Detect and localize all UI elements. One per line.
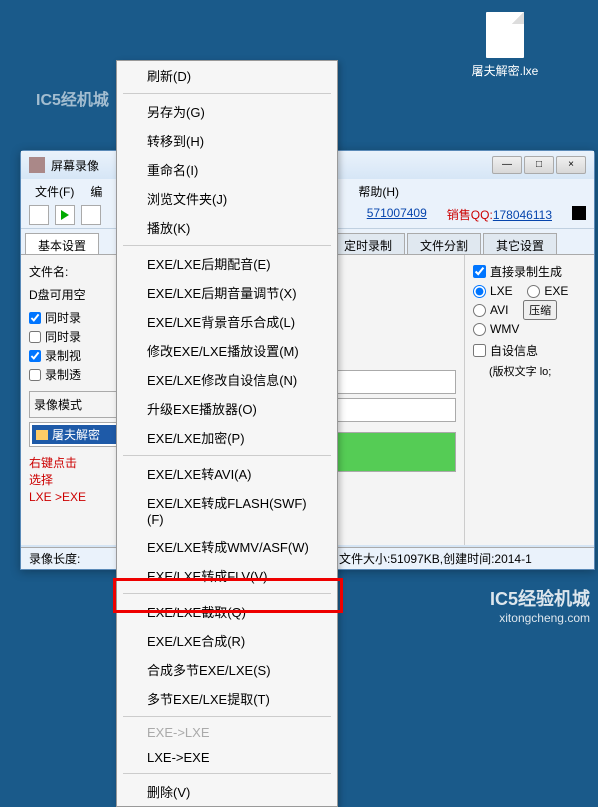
file-icon [486,12,524,58]
tool-icon[interactable] [81,205,101,225]
menu-volume[interactable]: EXE/LXE后期音量调节(X) [117,278,337,307]
menu-upgrade[interactable]: 升级EXE播放器(O) [117,394,337,423]
menu-toavi[interactable]: EXE/LXE转AVI(A) [117,459,337,488]
watermark-top: IC5经机城 [36,86,109,110]
custom-info-checkbox[interactable] [473,344,486,357]
radio-wmv[interactable] [473,323,486,336]
menu-rename[interactable]: 重命名(I) [117,155,337,184]
minimize-button[interactable]: — [492,156,522,174]
new-icon[interactable] [29,205,49,225]
cb-rec4[interactable] [29,369,41,381]
cb-rec2[interactable] [29,331,41,343]
tab-split[interactable]: 文件分割 [407,233,481,254]
menu-dub[interactable]: EXE/LXE后期配音(E) [117,249,337,278]
menu-help[interactable]: 帮助(H) [352,181,405,199]
menu-extract[interactable]: 多节EXE/LXE提取(T) [117,684,337,713]
menu-moveto[interactable]: 转移到(H) [117,126,337,155]
tab-basic[interactable]: 基本设置 [25,233,99,254]
menu-encrypt[interactable]: EXE/LXE加密(P) [117,423,337,452]
close-button[interactable]: × [556,156,586,174]
qq-link[interactable]: 571007409 [367,206,427,223]
menu-lxe2exe[interactable]: LXE->EXE [117,745,337,770]
file-name: 屠夫解密.lxe [470,62,540,79]
direct-rec-checkbox[interactable] [473,265,486,278]
cb-rec1[interactable] [29,312,41,324]
black-indicator-icon [572,206,586,220]
tab-other[interactable]: 其它设置 [483,233,557,254]
watermark: IC5经验机城 xitongcheng.com [490,589,590,625]
menu-merge[interactable]: EXE/LXE合成(R) [117,626,337,655]
menu-saveas[interactable]: 另存为(G) [117,97,337,126]
length-label: 录像长度: [29,550,80,567]
radio-exe[interactable] [527,285,540,298]
sales-qq-link[interactable]: 178046113 [493,208,552,222]
sales-label: 销售QQ: [447,208,493,222]
context-menu: 刷新(D) 另存为(G) 转移到(H) 重命名(I) 浏览文件夹(J) 播放(K… [116,60,338,807]
menu-browse[interactable]: 浏览文件夹(J) [117,184,337,213]
menu-delete[interactable]: 删除(V) [117,777,337,806]
menu-refresh[interactable]: 刷新(D) [117,61,337,90]
menu-file[interactable]: 文件(F) [29,181,80,199]
desktop-file-icon[interactable]: 屠夫解密.lxe [470,12,540,79]
radio-lxe[interactable] [473,285,486,298]
menu-play[interactable]: 播放(K) [117,213,337,242]
menu-exe2lxe[interactable]: EXE->LXE [117,720,337,745]
menu-mergemulti[interactable]: 合成多节EXE/LXE(S) [117,655,337,684]
copyright-text: (版权文字 lo; [473,363,586,379]
menu-towmv[interactable]: EXE/LXE转成WMV/ASF(W) [117,532,337,561]
menu-custominfo[interactable]: EXE/LXE修改自设信息(N) [117,365,337,394]
menu-playset[interactable]: 修改EXE/LXE播放设置(M) [117,336,337,365]
maximize-button[interactable]: □ [524,156,554,174]
menu-toflv[interactable]: EXE/LXE转成FLV(V) [117,561,337,590]
app-icon [29,157,45,173]
tab-timer[interactable]: 定时录制 [331,233,405,254]
folder-icon [36,430,48,440]
radio-avi[interactable] [473,304,486,317]
play-icon[interactable] [55,205,75,225]
right-panel: 直接录制生成 LXE EXE AVI 压缩 WMV 自设信息 (版权文字 lo; [464,255,594,545]
menu-toflash[interactable]: EXE/LXE转成FLASH(SWF)(F) [117,488,337,532]
compress-button[interactable]: 压缩 [523,300,557,320]
menu-edit[interactable]: 编 [84,181,108,199]
menu-bgm[interactable]: EXE/LXE背景音乐合成(L) [117,307,337,336]
menu-cut[interactable]: EXE/LXE截取(Q) [117,597,337,626]
cb-rec3[interactable] [29,350,41,362]
